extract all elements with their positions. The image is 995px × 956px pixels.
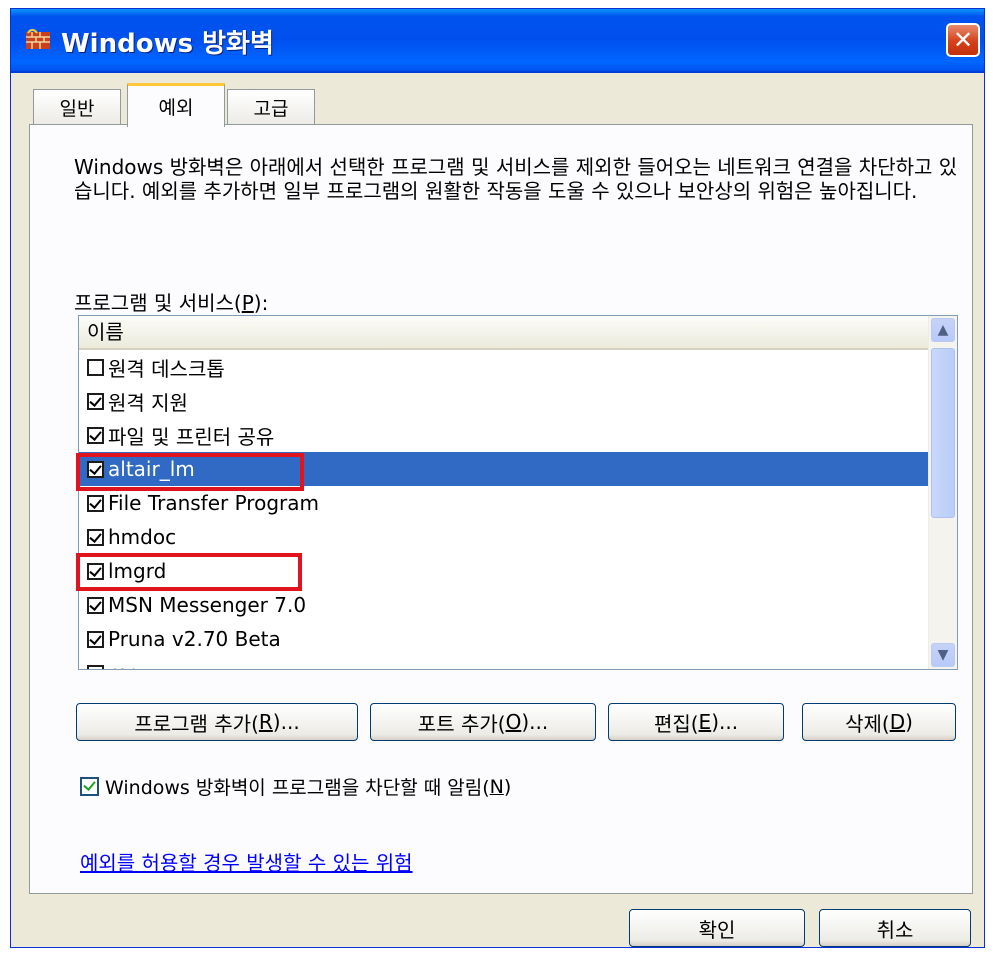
edit-key: E xyxy=(698,710,712,734)
tab-general[interactable]: 일반 xyxy=(33,89,121,125)
add-port-pre: 포트 추가( xyxy=(417,711,506,736)
item-checkbox[interactable] xyxy=(87,596,104,614)
notify-post: ) xyxy=(503,775,512,798)
firewall-dialog: Windows 방화벽 ✕ 일반 예외 고급 Windows 방화벽은 아래에서… xyxy=(10,8,985,948)
add-port-post: )... xyxy=(521,710,549,734)
exception-risk-link[interactable]: 예외를 허용할 경우 발생할 수 있는 위험 xyxy=(80,847,413,876)
window-title: Windows 방화벽 xyxy=(61,29,274,59)
item-checkbox[interactable] xyxy=(87,664,104,669)
highlight-box-lmgrd xyxy=(76,553,302,591)
delete-post: ) xyxy=(905,710,913,734)
item-checkbox[interactable] xyxy=(87,630,104,648)
highlight-box-altair xyxy=(76,453,304,491)
list-item[interactable]: rcp xyxy=(79,656,929,669)
tab-exceptions[interactable]: 예외 xyxy=(127,83,225,127)
add-port-button[interactable]: 포트 추가(O)... xyxy=(370,703,596,741)
title-bar[interactable]: Windows 방화벽 ✕ xyxy=(11,9,984,73)
item-checkbox[interactable] xyxy=(87,392,104,410)
exceptions-panel: Windows 방화벽은 아래에서 선택한 프로그램 및 서비스를 제외한 들어… xyxy=(29,124,973,894)
programs-list-label-text: 프로그램 및 서비스( xyxy=(74,291,242,315)
list-item[interactable]: Pruna v2.70 Beta xyxy=(79,622,929,656)
scroll-up-button[interactable]: ▲ xyxy=(931,318,955,342)
item-label: MSN Messenger 7.0 xyxy=(108,593,307,617)
item-label: 파일 및 프린터 공유 xyxy=(108,424,275,449)
chevron-up-icon: ▲ xyxy=(937,322,949,338)
delete-pre: 삭제( xyxy=(845,711,890,736)
item-checkbox[interactable] xyxy=(87,494,104,512)
add-program-key: R xyxy=(258,710,273,734)
delete-button[interactable]: 삭제(D) xyxy=(802,703,956,741)
item-label: File Transfer Program xyxy=(108,491,319,515)
add-port-key: O xyxy=(505,710,522,734)
item-checkbox[interactable] xyxy=(87,528,104,546)
ok-button[interactable]: 확인 xyxy=(629,909,805,947)
list-item[interactable]: MSN Messenger 7.0 xyxy=(79,588,929,622)
list-item[interactable]: 원격 데스크톱 xyxy=(79,350,929,384)
programs-rows: 원격 데스크톱 원격 지원 파일 및 프린터 공유 altair_lm File… xyxy=(79,350,929,669)
close-icon: ✕ xyxy=(952,26,974,54)
close-button[interactable]: ✕ xyxy=(946,23,980,57)
add-program-post: )... xyxy=(272,710,300,734)
delete-key: D xyxy=(889,710,906,734)
item-label: 원격 데스크톱 xyxy=(108,356,225,381)
notify-key: N xyxy=(489,775,504,798)
programs-list-label-key: P xyxy=(241,291,254,315)
add-program-pre: 프로그램 추가( xyxy=(134,711,259,736)
item-checkbox[interactable] xyxy=(87,358,104,376)
programs-listview[interactable]: 이름 원격 데스크톱 원격 지원 파일 및 프린터 공유 altair_lm F… xyxy=(78,315,958,670)
list-item[interactable]: 파일 및 프린터 공유 xyxy=(79,418,929,452)
list-item[interactable]: File Transfer Program xyxy=(79,486,929,520)
add-program-button[interactable]: 프로그램 추가(R)... xyxy=(76,703,358,741)
notify-option[interactable]: Windows 방화벽이 프로그램을 차단할 때 알림(N) xyxy=(80,773,511,800)
edit-button[interactable]: 편집(E)... xyxy=(608,703,784,741)
item-checkbox[interactable] xyxy=(87,426,104,444)
notify-pre: Windows 방화벽이 프로그램을 차단할 때 알림( xyxy=(105,777,490,799)
edit-pre: 편집( xyxy=(653,711,699,736)
list-item[interactable]: 원격 지원 xyxy=(79,384,929,418)
list-item[interactable]: hmdoc xyxy=(79,520,929,554)
item-label: rcp xyxy=(108,661,139,669)
programs-list-label-end: ): xyxy=(253,291,269,315)
column-header-name[interactable]: 이름 xyxy=(79,316,929,350)
cancel-button[interactable]: 취소 xyxy=(819,909,971,947)
item-label: Pruna v2.70 Beta xyxy=(108,627,281,651)
scroll-down-button[interactable]: ▼ xyxy=(931,643,955,667)
item-label: hmdoc xyxy=(108,525,177,549)
scroll-thumb[interactable] xyxy=(931,348,955,518)
description-text: Windows 방화벽은 아래에서 선택한 프로그램 및 서비스를 제외한 들어… xyxy=(74,155,958,203)
notify-checkbox[interactable] xyxy=(80,777,99,796)
firewall-brick-icon xyxy=(26,29,50,49)
programs-list-label: 프로그램 및 서비스(P): xyxy=(74,287,268,316)
chevron-down-icon: ▼ xyxy=(937,647,949,663)
edit-post: )... xyxy=(711,710,739,734)
tab-advanced[interactable]: 고급 xyxy=(227,89,315,125)
item-label: 원격 지원 xyxy=(108,390,188,415)
list-scrollbar[interactable]: ▲ ▼ xyxy=(928,316,957,669)
